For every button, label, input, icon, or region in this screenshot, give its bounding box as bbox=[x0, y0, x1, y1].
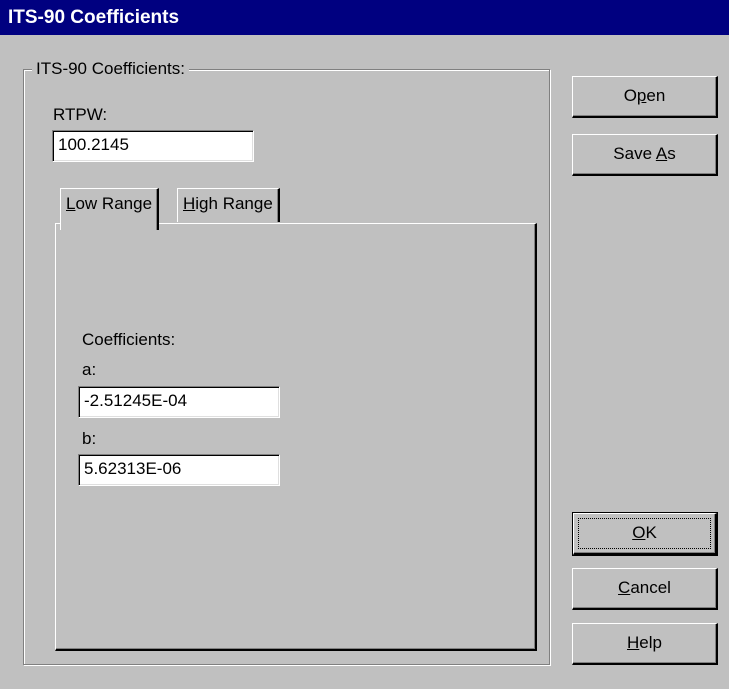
cancel-button[interactable]: Cancel bbox=[572, 568, 718, 610]
focus-rectangle bbox=[578, 518, 711, 549]
coefficient-a-label: a: bbox=[82, 360, 97, 379]
save-as-button[interactable]: Save As bbox=[572, 134, 718, 176]
tab-high-range-label: High Range bbox=[183, 194, 273, 213]
window-title: ITS-90 Coefficients bbox=[8, 7, 180, 28]
tab-panel-low-range bbox=[55, 223, 537, 651]
ok-button[interactable]: OK bbox=[572, 512, 718, 556]
tab-low-range[interactable]: Low Range bbox=[60, 188, 160, 230]
help-button-label: Help bbox=[627, 633, 662, 652]
coefficient-b-value: 5.62313E-06 bbox=[84, 459, 182, 478]
title-bar[interactable]: ITS-90 Coefficients bbox=[0, 0, 729, 35]
dialog-window: ITS-90 Coefficients ITS-90 Coefficients:… bbox=[0, 0, 730, 690]
rtpw-value: 100.2145 bbox=[58, 135, 129, 154]
coefficient-a-value: -2.51245E-04 bbox=[84, 391, 188, 410]
tab-high-range[interactable]: High Range bbox=[177, 188, 280, 222]
open-button-label: Open bbox=[623, 86, 666, 105]
save-as-button-label: Save As bbox=[613, 144, 676, 163]
coefficient-b-input[interactable]: 5.62313E-06 bbox=[78, 454, 280, 486]
tab-low-range-label: Low Range bbox=[66, 194, 153, 213]
cancel-button-label: Cancel bbox=[618, 578, 671, 597]
coefficients-heading: Coefficients: bbox=[82, 330, 176, 349]
help-button[interactable]: Help bbox=[572, 623, 718, 665]
coefficient-b-label: b: bbox=[82, 429, 97, 448]
coefficient-a-input[interactable]: -2.51245E-04 bbox=[78, 386, 280, 418]
rtpw-input[interactable]: 100.2145 bbox=[52, 130, 254, 162]
group-title: ITS-90 Coefficients: bbox=[32, 58, 189, 80]
rtpw-label: RTPW: bbox=[53, 105, 108, 124]
open-button[interactable]: Open bbox=[572, 76, 718, 118]
